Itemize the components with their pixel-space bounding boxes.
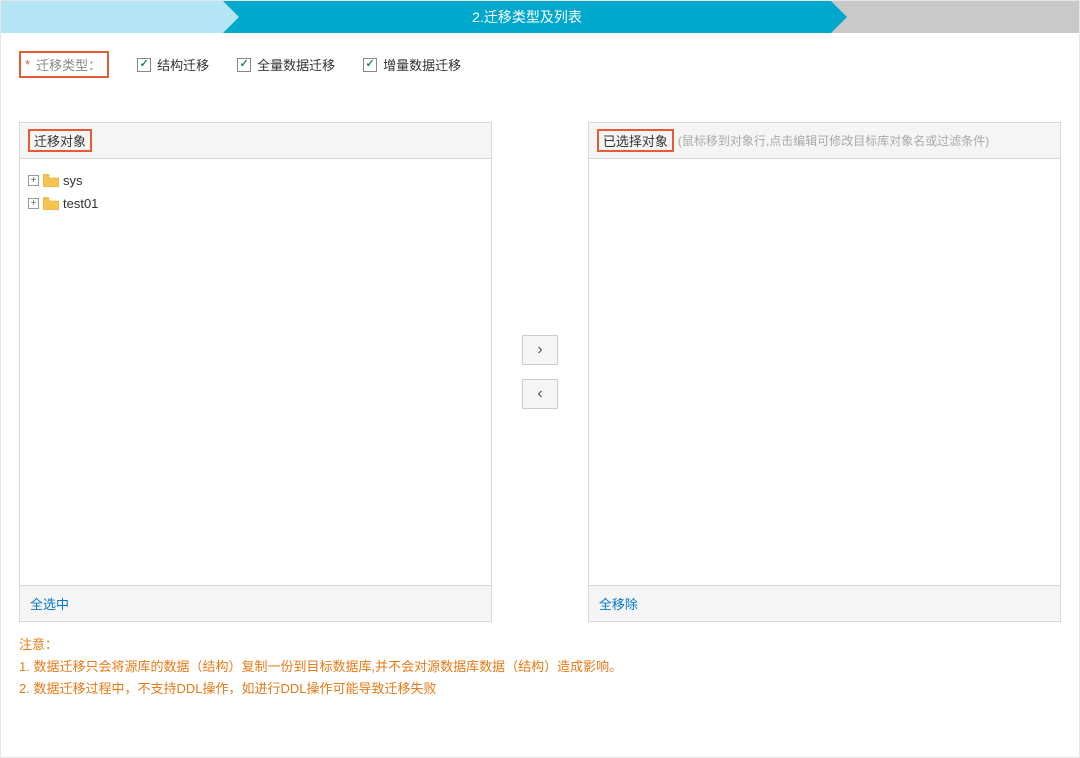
checkbox-icon [137,58,151,72]
step-seg-next [831,1,1079,33]
checkbox-icon [363,58,377,72]
migration-type-label: 迁移类型： [36,55,101,74]
tree-item[interactable]: + test01 [28,192,483,215]
move-left-button[interactable]: ‹ [522,379,558,409]
folder-icon [43,174,59,187]
select-all-link[interactable]: 全选中 [30,597,69,612]
expand-icon[interactable]: + [28,175,39,186]
checkbox-structure-migration[interactable]: 结构迁移 [137,55,209,74]
checkbox-label: 全量数据迁移 [257,55,335,74]
transfer-panels: 迁移对象 + sys + test01 [19,122,1061,622]
target-panel-header: 已选择对象 (鼠标移到对象行,点击编辑可修改目标库对象名或过滤条件) [589,123,1060,159]
remove-all-link[interactable]: 全移除 [599,597,638,612]
target-panel-body [589,159,1060,585]
transfer-buttons-column: › ‹ [492,122,588,622]
expand-icon[interactable]: + [28,198,39,209]
target-panel-footer: 全移除 [589,585,1060,621]
step-bar: 2.迁移类型及列表 [1,1,1079,33]
step-seg-previous [1,1,223,33]
source-panel-title: 迁移对象 [28,129,92,152]
step-seg-current: 2.迁移类型及列表 [223,1,831,33]
migration-type-label-box: * 迁移类型： [19,51,109,78]
move-right-button[interactable]: › [522,335,558,365]
source-panel-body: + sys + test01 [20,159,491,585]
tree-item-label: test01 [63,196,98,211]
target-panel-title: 已选择对象 [597,129,674,152]
source-panel-footer: 全选中 [20,585,491,621]
chevron-right-icon: › [537,341,542,359]
source-panel: 迁移对象 + sys + test01 [19,122,492,622]
notes-heading: 注意： [19,634,1061,656]
checkbox-full-data-migration[interactable]: 全量数据迁移 [237,55,335,74]
target-panel-hint: (鼠标移到对象行,点击编辑可修改目标库对象名或过滤条件) [678,132,989,149]
tree-item[interactable]: + sys [28,169,483,192]
migration-type-row: * 迁移类型： 结构迁移 全量数据迁移 增量数据迁移 [19,51,1061,78]
checkbox-incremental-data-migration[interactable]: 增量数据迁移 [363,55,461,74]
notes-section: 注意： 1. 数据迁移只会将源库的数据（结构）复制一份到目标数据库,并不会对源数… [19,634,1061,700]
checkbox-label: 增量数据迁移 [383,55,461,74]
notes-line: 1. 数据迁移只会将源库的数据（结构）复制一份到目标数据库,并不会对源数据库数据… [19,656,1061,678]
checkbox-icon [237,58,251,72]
step-title: 2.迁移类型及列表 [472,7,582,27]
source-panel-header: 迁移对象 [20,123,491,159]
folder-icon [43,197,59,210]
notes-line: 2. 数据迁移过程中，不支持DDL操作，如进行DDL操作可能导致迁移失败 [19,678,1061,700]
tree-item-label: sys [63,173,83,188]
chevron-left-icon: ‹ [537,385,542,403]
target-panel: 已选择对象 (鼠标移到对象行,点击编辑可修改目标库对象名或过滤条件) 全移除 [588,122,1061,622]
required-star: * [25,57,30,72]
checkbox-label: 结构迁移 [157,55,209,74]
